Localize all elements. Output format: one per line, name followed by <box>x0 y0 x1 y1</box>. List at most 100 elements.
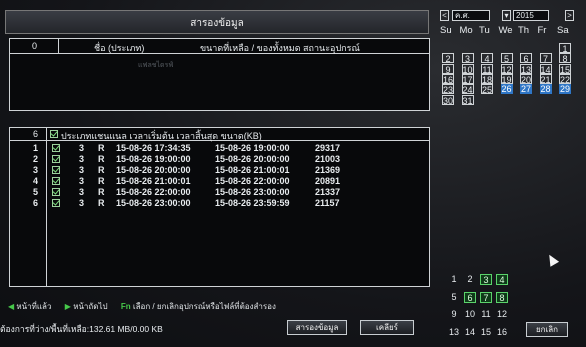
calendar-day[interactable]: 26 <box>500 84 513 95</box>
calendar-day[interactable]: 15 <box>559 63 571 75</box>
calendar-day[interactable]: 3 <box>461 53 474 64</box>
weekday-label: We <box>498 25 513 36</box>
table-row[interactable]: 1 3 R 15-08-26 17:34:35 15-08-26 19:00:00 293… <box>10 143 429 154</box>
calendar-day[interactable]: 27 <box>520 84 532 95</box>
backup-button[interactable]: สารองข้อมูล <box>287 320 347 335</box>
channel-cell[interactable]: 14 <box>464 327 476 338</box>
row-size: 21337 <box>315 187 341 197</box>
calendar-day[interactable]: 25 <box>481 84 493 95</box>
weekday-label: Su <box>440 25 452 36</box>
channel-cell[interactable]: 8 <box>496 291 508 303</box>
channel-cell[interactable]: 7 <box>480 291 492 303</box>
record-table[interactable]: 6 ประเภทแชนแนล เวลาเริ่มต้น เวลาสิ้นสุด … <box>9 127 430 287</box>
calendar-day[interactable]: 28 <box>539 84 552 95</box>
row-checkbox[interactable] <box>52 155 60 163</box>
era-select[interactable]: ค.ศ. <box>452 10 490 21</box>
channel-cell[interactable]: 4 <box>496 274 508 285</box>
calendar-day[interactable]: 5 <box>500 53 513 64</box>
channel-cell[interactable]: 2 <box>464 274 476 285</box>
calendar-day[interactable]: 21 <box>539 73 552 85</box>
row-checkbox[interactable] <box>52 188 60 196</box>
calendar-day[interactable]: 2 <box>442 53 454 64</box>
fn-key-icon: Fn <box>120 302 131 311</box>
row-channel: 3 <box>79 198 85 208</box>
calendar-day[interactable]: 23 <box>442 84 454 95</box>
row-size: 21157 <box>315 198 340 208</box>
calendar-day[interactable]: 13 <box>520 63 532 75</box>
calendar-day[interactable]: 4 <box>481 53 493 64</box>
channel-cell[interactable]: 3 <box>480 274 492 285</box>
calendar-day[interactable]: 17 <box>461 73 474 85</box>
calendar-day[interactable]: 24 <box>461 84 474 95</box>
row-type: R <box>98 165 105 175</box>
calendar-day[interactable]: 31 <box>461 94 474 106</box>
table-row[interactable]: 3 3 R 15-08-26 20:00:00 15-08-26 21:00:01 213… <box>10 165 429 176</box>
calendar-day[interactable]: 7 <box>539 53 552 64</box>
calendar-day[interactable]: 18 <box>481 73 493 85</box>
device-list[interactable]: 0 ชื่อ (ประเภท) ขนาดที่เหลือ / ของทั้งหม… <box>9 38 430 111</box>
calendar-day[interactable]: 22 <box>559 73 571 85</box>
calendar-day[interactable]: 20 <box>520 73 532 85</box>
row-size: 21369 <box>315 165 341 175</box>
select-all-checkbox[interactable] <box>50 130 58 138</box>
calendar-day[interactable]: 6 <box>520 53 532 64</box>
next-page-icon: ▶ <box>64 302 71 311</box>
calendar-day[interactable]: 11 <box>481 63 493 75</box>
next-year-arrow-icon[interactable]: > <box>565 10 574 21</box>
record-table-header: 6 ประเภทแชนแนล เวลาเริ่มต้น เวลาสิ้นสุด … <box>10 128 429 141</box>
prev-page-label: หน้าที่แล้ว <box>16 302 52 311</box>
calendar-day[interactable]: 8 <box>559 53 571 64</box>
row-size: 20891 <box>315 176 341 186</box>
row-index: 6 <box>33 198 39 208</box>
channel-cell[interactable]: 16 <box>496 327 508 338</box>
channel-cell[interactable]: 15 <box>480 327 492 338</box>
row-checkbox[interactable] <box>52 166 60 174</box>
channel-cell[interactable]: 6 <box>464 291 476 303</box>
cancel-button[interactable]: ยกเลิก <box>526 322 568 337</box>
row-checkbox[interactable] <box>52 144 60 152</box>
table-row[interactable]: 4 3 R 15-08-26 21:00:01 15-08-26 22:00:00 208… <box>10 176 429 187</box>
calendar-day[interactable]: 1 <box>559 43 571 54</box>
row-type: R <box>98 154 105 164</box>
calendar-day[interactable]: 9 <box>442 63 454 75</box>
channel-cell[interactable]: 5 <box>448 292 460 303</box>
row-channel: 3 <box>79 187 85 197</box>
channel-cell[interactable]: 10 <box>464 309 476 320</box>
row-end-time: 15-08-26 22:00:00 <box>215 176 290 186</box>
calendar-day[interactable]: 10 <box>461 63 474 75</box>
row-end-time: 15-08-26 23:59:59 <box>215 198 290 208</box>
channel-cell[interactable]: 12 <box>496 309 508 320</box>
channel-cell[interactable]: 9 <box>448 309 460 320</box>
shortcut-hints: ◀ หน้าที่แล้ว ▶ หน้าถัดไป Fn เลือก / ยกเ… <box>8 300 276 313</box>
channel-cell[interactable]: 1 <box>448 274 460 285</box>
row-end-time: 15-08-26 20:00:00 <box>215 154 290 164</box>
row-type: R <box>98 198 105 208</box>
channel-cell[interactable]: 11 <box>480 309 492 320</box>
row-size: 29317 <box>315 143 341 153</box>
row-type: R <box>98 143 105 153</box>
weekday-label: Sa <box>557 25 569 36</box>
calendar-day[interactable]: 16 <box>442 73 454 85</box>
row-checkbox[interactable] <box>52 199 60 207</box>
year-value: 2015 <box>516 11 534 20</box>
calendar-day[interactable]: 30 <box>442 94 454 106</box>
row-end-time: 15-08-26 19:00:00 <box>215 143 290 153</box>
table-row[interactable]: 5 3 R 15-08-26 22:00:00 15-08-26 23:00:00 213… <box>10 187 429 198</box>
clear-button[interactable]: เคลียร์ <box>360 320 414 335</box>
calendar-day[interactable]: 14 <box>539 63 552 75</box>
calendar-day[interactable]: 19 <box>500 73 513 85</box>
calendar-day[interactable]: 12 <box>500 63 513 75</box>
header-divider <box>58 39 59 53</box>
prev-year-arrow-icon[interactable]: < <box>440 10 449 21</box>
era-dropdown-icon[interactable]: ▾ <box>502 10 511 21</box>
record-columns: ประเภทแชนแนล เวลาเริ่มต้น เวลาสิ้นสุด ขน… <box>61 131 262 141</box>
col-device-name: ชื่อ (ประเภท) <box>94 43 145 53</box>
row-start-time: 15-08-26 23:00:00 <box>116 198 191 208</box>
calendar-day[interactable]: 29 <box>559 84 571 95</box>
row-checkbox[interactable] <box>52 177 60 185</box>
channel-cell[interactable]: 13 <box>448 327 460 338</box>
table-row[interactable]: 2 3 R 15-08-26 19:00:00 15-08-26 20:00:00 210… <box>10 154 429 165</box>
table-row[interactable]: 6 3 R 15-08-26 23:00:00 15-08-26 23:59:59 211… <box>10 198 429 209</box>
dialog-title-bar: สารองข้อมูล <box>5 10 429 34</box>
year-field[interactable]: 2015 <box>513 10 549 21</box>
